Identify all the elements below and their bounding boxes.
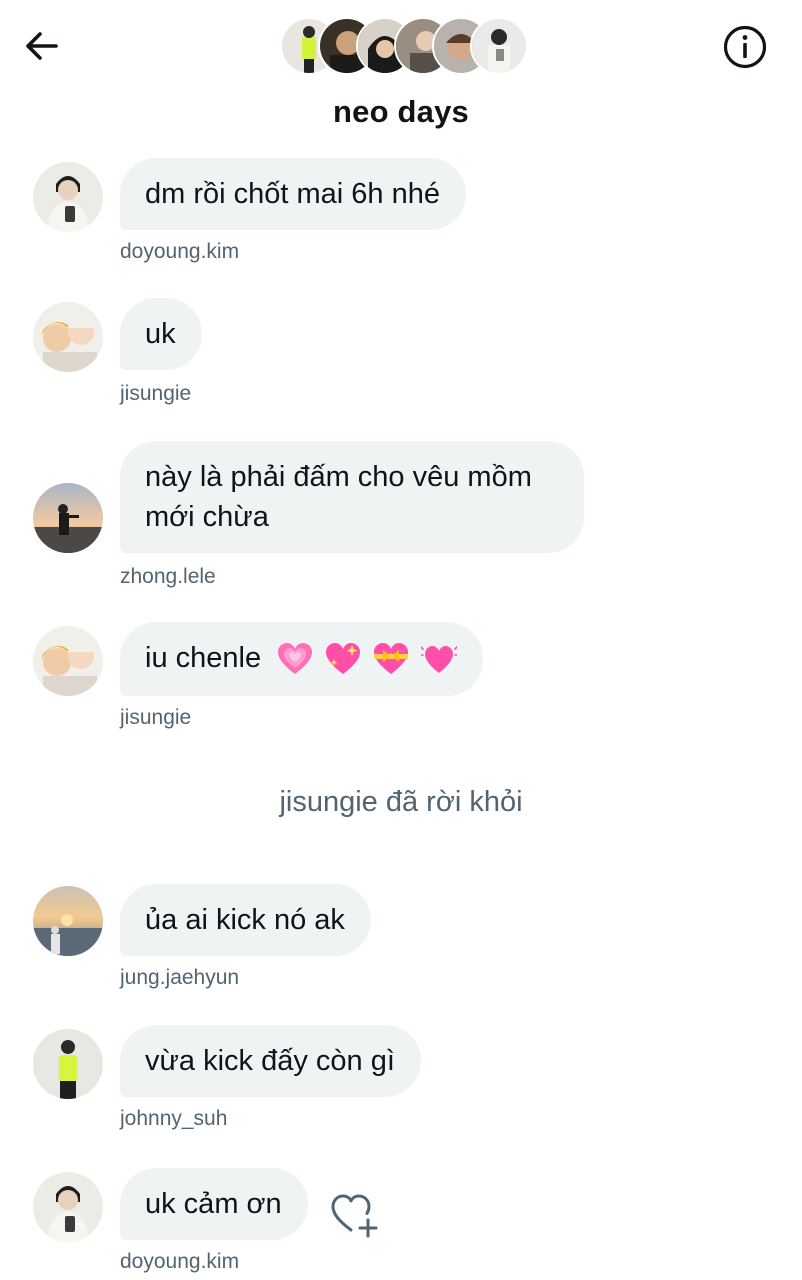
sparkling-heart-icon	[326, 643, 361, 675]
message-bubble[interactable]: này là phải đấm cho vêu mồm mới chừa	[120, 441, 584, 553]
react-heart-button[interactable]	[330, 1192, 380, 1238]
message-bubble[interactable]: dm rồi chốt mai 6h nhé	[120, 158, 466, 230]
member-avatar	[470, 17, 528, 75]
message-username[interactable]: jisungie	[120, 382, 191, 406]
message-text: iu chenle	[145, 642, 262, 674]
user-avatar[interactable]	[33, 1172, 103, 1242]
conversation-header: neo days	[0, 0, 802, 150]
member-left-notice: jisungie đã rời khỏi	[279, 786, 523, 818]
message-username[interactable]: doyoung.kim	[120, 240, 239, 264]
user-avatar[interactable]	[33, 302, 103, 372]
back-button[interactable]	[22, 26, 62, 66]
info-circle-icon	[723, 25, 767, 69]
message-bubble[interactable]: iu chenle	[120, 622, 484, 696]
message-username[interactable]: jisungie	[120, 706, 191, 730]
group-members-avatars[interactable]	[280, 17, 528, 75]
message-username[interactable]: zhong.lele	[120, 565, 216, 589]
message-username[interactable]: jung.jaehyun	[120, 966, 239, 990]
arrow-left-icon	[26, 32, 58, 60]
user-avatar[interactable]	[33, 886, 103, 956]
message-bubble[interactable]: uk cảm ơn	[120, 1168, 308, 1240]
message-bubble[interactable]: ủa ai kick nó ak	[120, 884, 371, 956]
user-avatar[interactable]	[33, 626, 103, 696]
user-avatar[interactable]	[33, 162, 103, 232]
conversation-info-button[interactable]	[722, 24, 768, 70]
message-username[interactable]: doyoung.kim	[120, 1250, 239, 1274]
growing-heart-icon	[278, 643, 313, 675]
heart-add-icon	[331, 1194, 378, 1238]
group-title: neo days	[333, 94, 469, 129]
heart-with-ribbon-icon	[374, 643, 409, 675]
user-avatar[interactable]	[33, 1029, 103, 1099]
message-username[interactable]: johnny_suh	[120, 1107, 227, 1131]
user-avatar[interactable]	[33, 483, 103, 553]
message-bubble[interactable]: uk	[120, 298, 202, 370]
beating-heart-icon	[421, 646, 458, 674]
message-bubble[interactable]: vừa kick đấy còn gì	[120, 1025, 421, 1097]
